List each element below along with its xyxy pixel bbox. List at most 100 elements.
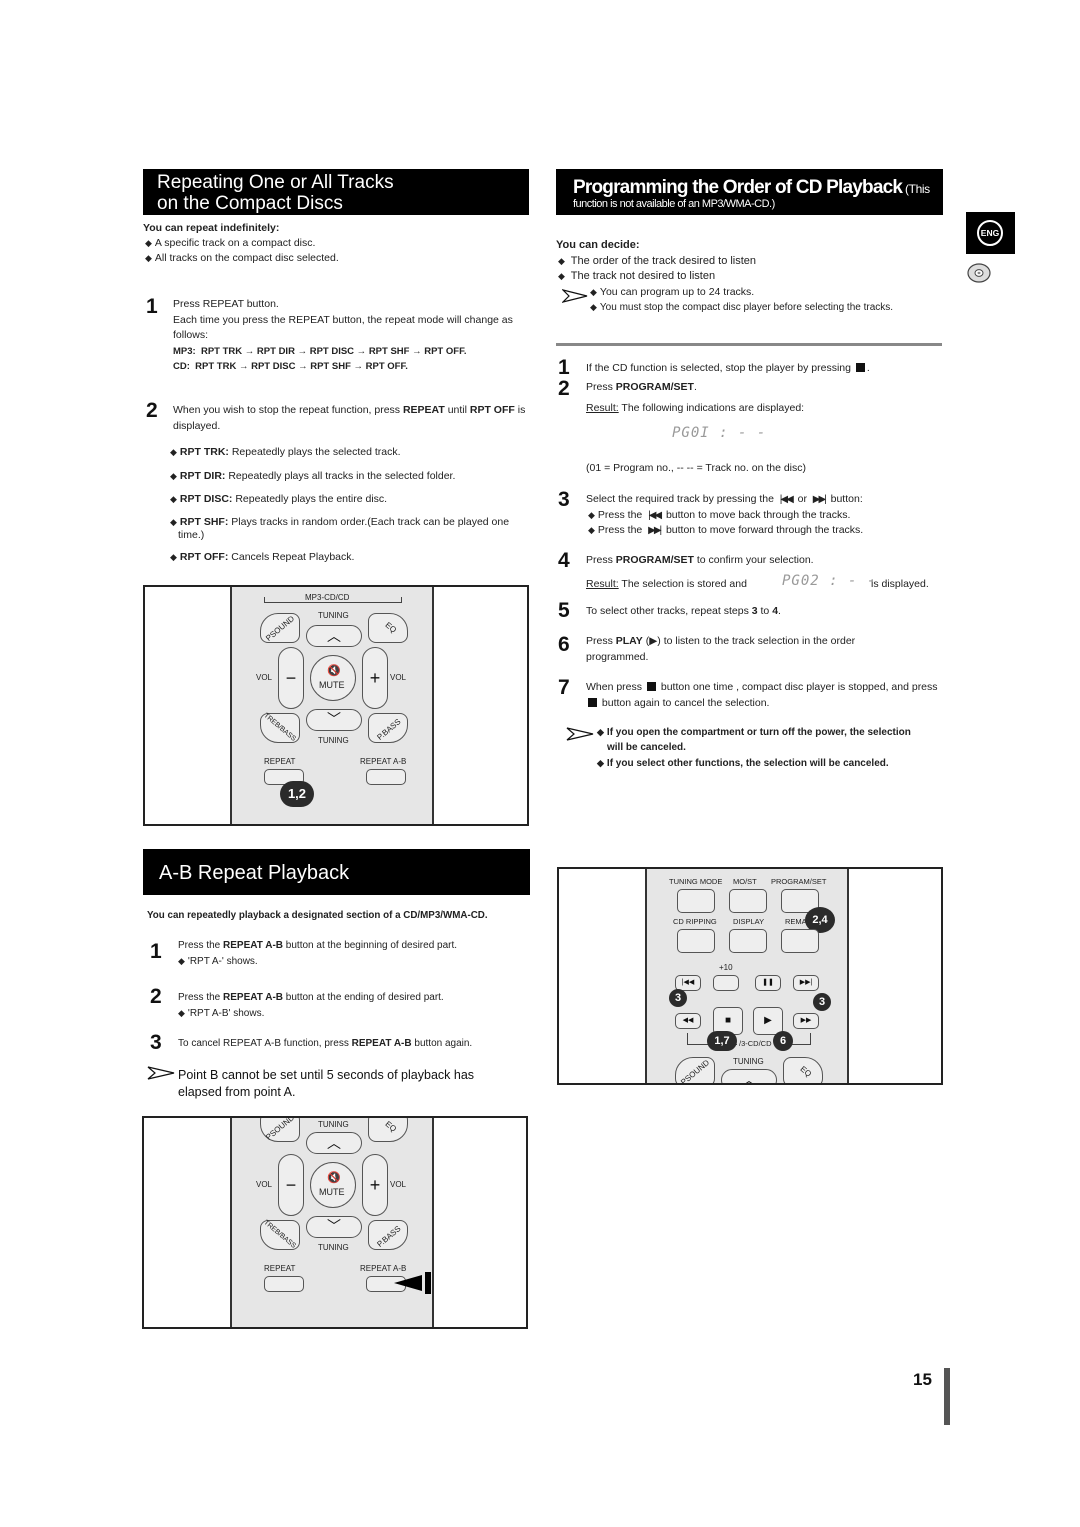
repeat-label: REPEAT	[264, 757, 296, 766]
cd-disc-icon	[966, 262, 992, 289]
pbass-button[interactable]: P.BASS	[368, 713, 408, 743]
rewind-button[interactable]: ◀◀	[675, 1013, 701, 1029]
diamond-bullet-icon: ◆	[170, 494, 177, 504]
program-step-1: If the CD function is selected, stop the…	[586, 362, 870, 374]
section-title-line1: Repeating One or All Tracks	[157, 172, 394, 193]
display-button[interactable]	[729, 929, 767, 953]
remain-label: REMA	[785, 917, 807, 926]
repeat-button[interactable]	[264, 1276, 304, 1292]
eq-button[interactable]: EQ	[368, 1118, 408, 1142]
mo-st-label: MO/ST	[733, 877, 757, 886]
vol-down-button[interactable]: −	[278, 1154, 304, 1216]
remote-illustration-ab: PSOUND TUNING EQ ︿ − VOL 🔇 MUTE + VOL ﹀ T…	[142, 1116, 528, 1329]
repeat-intro-item: ◆ A specific track on a compact disc.	[145, 237, 316, 249]
stop-icon	[588, 697, 597, 707]
program-step-6: Press PLAY (▶) to listen to the track se…	[586, 635, 856, 663]
diamond-bullet-icon: ◆	[597, 727, 604, 737]
cd-sequence: CD: RPT TRK → RPT DISC → RPT SHF → RPT O…	[173, 361, 408, 372]
step-number: 6	[558, 633, 570, 656]
diamond-bullet-icon: ◆	[145, 253, 152, 263]
step-callout-badge: 3	[813, 993, 831, 1011]
skip-back-icon: |◀◀	[779, 494, 794, 505]
treb-bass-button[interactable]: TREB/BASS	[260, 1219, 300, 1250]
tuning-mode-button[interactable]	[677, 889, 715, 913]
psound-button[interactable]: PSOUND	[260, 613, 300, 643]
lcd-display-pg01: PG0I : - -	[672, 425, 767, 441]
vol-label-left: VOL	[256, 1180, 273, 1189]
note-arrow-icon	[147, 1066, 175, 1085]
diamond-bullet-icon: ◆	[145, 238, 152, 248]
mute-button[interactable]: 🔇 MUTE	[310, 655, 356, 701]
cd-ripping-button[interactable]	[677, 929, 715, 953]
diamond-bullet-icon: ◆	[170, 516, 177, 527]
stop-icon	[646, 682, 656, 691]
cd-ripping-label: CD RIPPING	[673, 917, 717, 926]
section-header-ab-repeat: A-B Repeat Playback	[143, 849, 530, 895]
tuning-up-button[interactable]: ︿	[306, 1132, 362, 1154]
mute-icon: 🔇	[327, 665, 341, 677]
repeat-mode-item: ◆ RPT DISC: Repeatedly plays the entire d…	[170, 493, 388, 505]
repeat-ab-button[interactable]	[366, 769, 406, 785]
ab-step-2: Press the REPEAT A-B button at the endin…	[178, 992, 444, 1019]
mute-button[interactable]: 🔇 MUTE	[310, 1162, 356, 1208]
psound-button[interactable]: PSOUND	[675, 1057, 715, 1083]
section-header-repeat: Repeating One or All Tracks on the Compa…	[143, 169, 529, 215]
remote-body: TUNING MODE MO/ST PROGRAM/SET CD RIPPING…	[645, 869, 849, 1083]
display-legend: (01 = Program no., -- -- = Track no. on …	[586, 462, 807, 474]
vol-label-left: VOL	[256, 673, 273, 682]
eq-button[interactable]: EQ	[783, 1057, 823, 1083]
treb-bass-button[interactable]: TREB/BASS	[260, 712, 300, 743]
vol-down-button[interactable]: −	[278, 647, 304, 709]
psound-button[interactable]: PSOUND	[260, 1118, 300, 1142]
section-title: Programming the Order of CD Playback (Th…	[573, 177, 930, 198]
remote-body: PSOUND TUNING EQ ︿ − VOL 🔇 MUTE + VOL ﹀ T…	[230, 1118, 434, 1327]
remain-button[interactable]	[781, 929, 819, 953]
step-number: 1	[150, 940, 162, 963]
tuning-label-down: TUNING	[318, 736, 349, 745]
program-set-label: PROGRAM/SET	[771, 877, 827, 886]
diamond-bullet-icon: ◆	[558, 271, 565, 281]
repeat-mode-item: ◆ RPT SHF: Plays tracks in random order.(…	[170, 515, 510, 541]
tuning-up-button[interactable]: ︿	[306, 625, 362, 647]
decide-item: ◆ The track not desired to listen	[558, 270, 716, 282]
tuning-down-button[interactable]: ﹀	[306, 709, 362, 731]
pbass-button[interactable]: P.BASS	[368, 1220, 408, 1250]
note-arrow-icon	[561, 288, 588, 308]
repeat-label: REPEAT	[264, 1264, 296, 1273]
step-callout-badge: 3	[669, 989, 687, 1007]
section-divider	[556, 343, 942, 346]
repeat-step-2: When you wish to stop the repeat functio…	[173, 404, 526, 432]
ab-step-1: Press the REPEAT A-B button at the begin…	[178, 940, 458, 967]
vol-up-button[interactable]: +	[362, 647, 388, 709]
language-tab: ENG	[966, 212, 1015, 254]
diamond-bullet-icon: ◆	[558, 256, 565, 266]
plus10-button[interactable]	[713, 975, 739, 991]
diamond-bullet-icon: ◆	[588, 509, 595, 520]
repeat-mode-item: ◆ RPT TRK: Repeatedly plays the selected …	[170, 446, 401, 458]
pause-button[interactable]: ❚❚	[755, 975, 781, 991]
tuning-down-button[interactable]: ﹀	[306, 1216, 362, 1238]
ab-step-3: To cancel REPEAT A-B function, press REP…	[178, 1038, 473, 1049]
tuning-up-button[interactable]: ︿	[721, 1069, 777, 1083]
section-title-line2: on the Compact Discs	[157, 193, 343, 214]
program-step-7: When press button one time , compact dis…	[586, 681, 938, 709]
fast-forward-button[interactable]: ▶▶	[793, 1013, 819, 1029]
repeat-mode-item: ◆ RPT DIR: Repeatedly plays all tracks in…	[170, 469, 456, 482]
section-header-programming: Programming the Order of CD Playback (Th…	[556, 169, 943, 215]
remote-illustration-program: TUNING MODE MO/ST PROGRAM/SET CD RIPPING…	[557, 867, 943, 1085]
diamond-bullet-icon: ◆	[170, 551, 177, 562]
repeat-ab-label: REPEAT A-B	[360, 757, 407, 766]
page-edge-bar	[944, 1368, 950, 1425]
mo-st-button[interactable]	[729, 889, 767, 913]
program-step-5: To select other tracks, repeat steps 3 t…	[586, 605, 781, 617]
step-number: 3	[558, 488, 570, 511]
step-number: 5	[558, 599, 570, 622]
eq-button[interactable]: EQ	[368, 613, 408, 643]
step-number: 1	[558, 356, 570, 379]
note-arrow-icon	[566, 727, 594, 746]
vol-up-button[interactable]: +	[362, 1154, 388, 1216]
program-step-4-result-end: is displayed.	[871, 578, 929, 590]
step-number: 7	[558, 676, 570, 699]
skip-forward-button[interactable]: ▶▶|	[793, 975, 819, 991]
tuning-label: TUNING	[318, 611, 349, 620]
